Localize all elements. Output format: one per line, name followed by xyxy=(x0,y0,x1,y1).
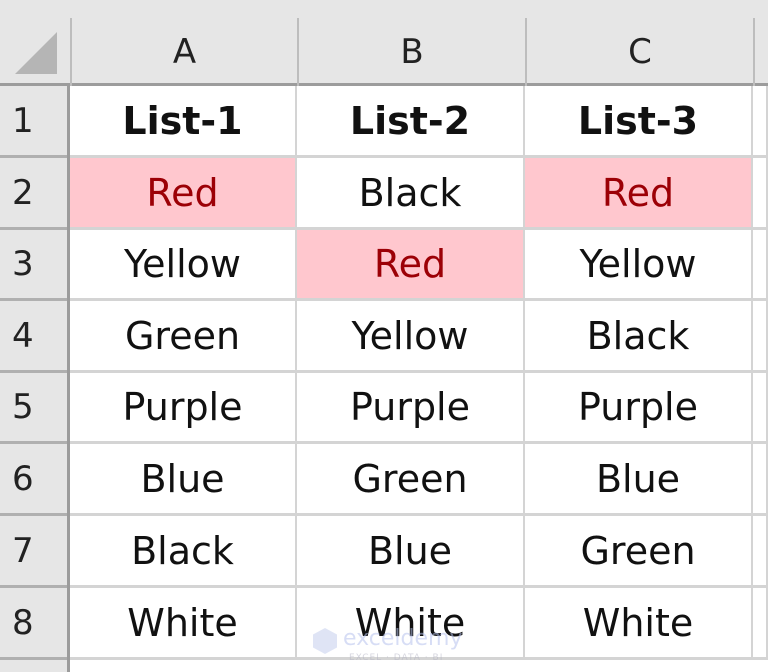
cell-d8[interactable] xyxy=(753,588,768,660)
cell-a8[interactable]: White xyxy=(70,588,297,660)
cell-c2[interactable]: Red xyxy=(525,158,753,230)
cell-b5[interactable]: Purple xyxy=(297,373,525,444)
row-header-7[interactable]: 7 xyxy=(0,516,67,588)
cell-d4[interactable] xyxy=(753,301,768,373)
row-header-2[interactable]: 2 xyxy=(0,158,67,230)
column-header-b[interactable]: B xyxy=(297,18,525,86)
spreadsheet: ABC 12345678 List-1 List-2 List-3 Red Black R… xyxy=(0,0,768,672)
row-header-5[interactable]: 5 xyxy=(0,373,67,444)
cell-b4[interactable]: Yellow xyxy=(297,301,525,373)
cell-d2[interactable] xyxy=(753,158,768,230)
cell-b3[interactable]: Red xyxy=(297,230,525,301)
cell-c5[interactable]: Purple xyxy=(525,373,753,444)
column-header-c[interactable]: C xyxy=(525,18,753,86)
cell-d7[interactable] xyxy=(753,516,768,588)
cell-a7[interactable]: Black xyxy=(70,516,297,588)
cell-a2[interactable]: Red xyxy=(70,158,297,230)
cell-d1[interactable] xyxy=(753,86,768,158)
row-header-1[interactable]: 1 xyxy=(0,86,67,158)
cell-b1[interactable]: List-2 xyxy=(297,86,525,158)
cell-b6[interactable]: Green xyxy=(297,444,525,516)
select-all-button[interactable] xyxy=(0,0,70,86)
row-header-3[interactable]: 3 xyxy=(0,230,67,301)
cell-b2[interactable]: Black xyxy=(297,158,525,230)
column-header-d[interactable] xyxy=(753,18,768,86)
cell-c6[interactable]: Blue xyxy=(525,444,753,516)
cell-d5[interactable] xyxy=(753,373,768,444)
cell-a6[interactable]: Blue xyxy=(70,444,297,516)
row-header-4[interactable]: 4 xyxy=(0,301,67,373)
cell-a4[interactable]: Green xyxy=(70,301,297,373)
cell-d3[interactable] xyxy=(753,230,768,301)
row-header-8[interactable]: 8 xyxy=(0,588,67,660)
select-all-triangle-icon xyxy=(15,32,57,74)
cell-a5[interactable]: Purple xyxy=(70,373,297,444)
cell-c8[interactable]: White xyxy=(525,588,753,660)
cell-b7[interactable]: Blue xyxy=(297,516,525,588)
cell-a3[interactable]: Yellow xyxy=(70,230,297,301)
row-header-6[interactable]: 6 xyxy=(0,444,67,516)
column-header-a[interactable]: A xyxy=(70,18,297,86)
cell-b8[interactable]: White xyxy=(297,588,525,660)
cell-c1[interactable]: List-3 xyxy=(525,86,753,158)
cell-d6[interactable] xyxy=(753,444,768,516)
cell-c7[interactable]: Green xyxy=(525,516,753,588)
cell-c3[interactable]: Yellow xyxy=(525,230,753,301)
cell-a1[interactable]: List-1 xyxy=(70,86,297,158)
cell-c4[interactable]: Black xyxy=(525,301,753,373)
